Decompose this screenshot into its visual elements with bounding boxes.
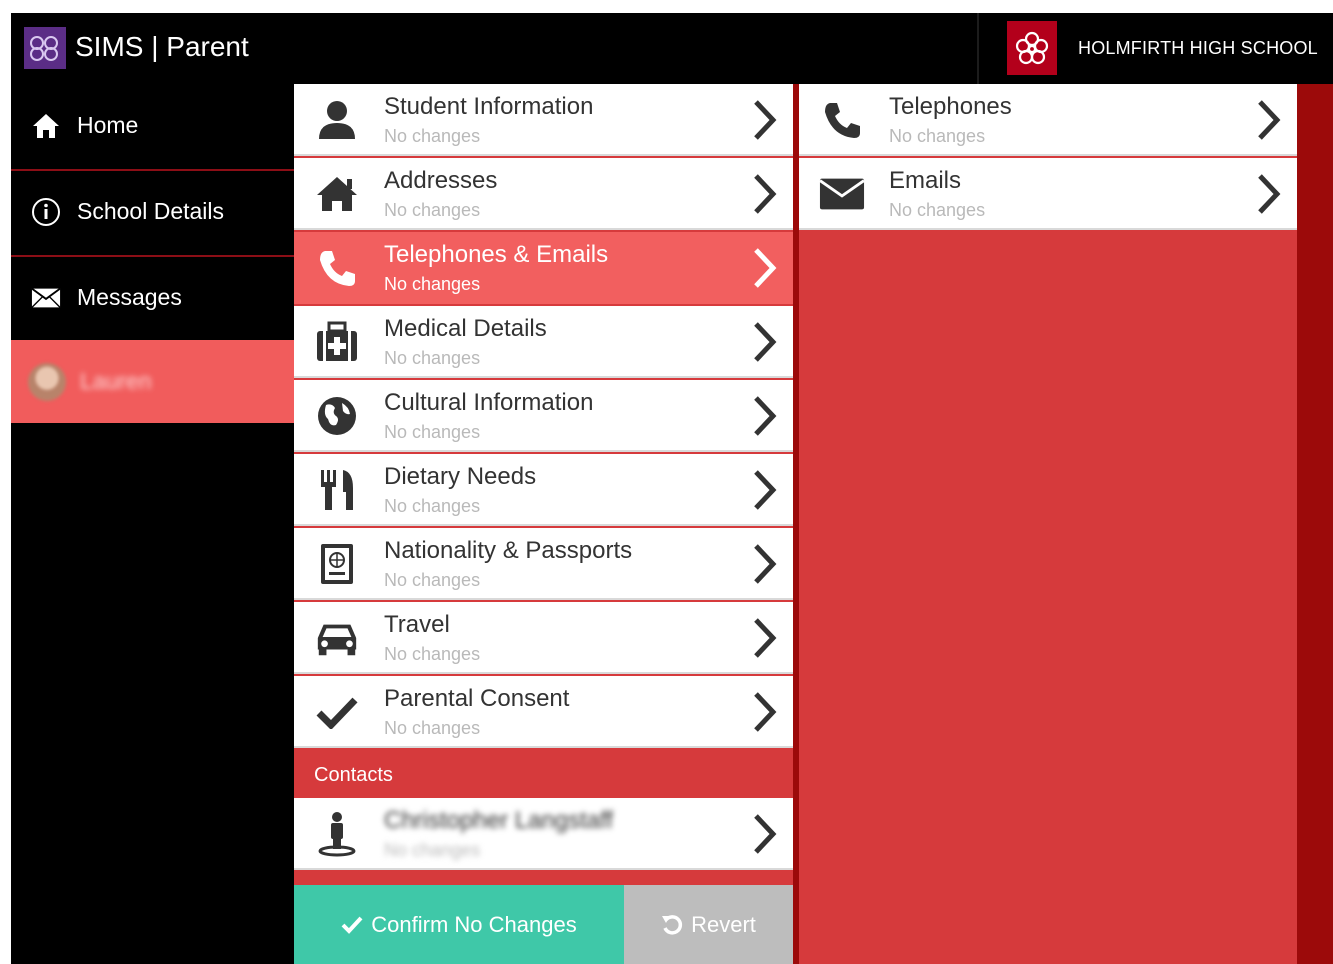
row-status: No changes	[384, 718, 481, 738]
app-window: SIMS | Parent HOLMFIRTH HIGH SCHOOL Home…	[11, 13, 1333, 964]
category-list: Student Information No changes Addresses…	[294, 84, 793, 964]
school-crest-icon	[1007, 21, 1057, 75]
detail-panel: Telephones No changes Emails No changes	[799, 84, 1297, 964]
list-item-nationality-passports[interactable]: Nationality & Passports No changes	[294, 528, 793, 600]
chevron-right-icon	[754, 248, 777, 288]
sidebar: Home School Details Messages Lauren	[11, 84, 294, 964]
right-edge-bar	[1297, 84, 1333, 964]
list-item-addresses[interactable]: Addresses No changes	[294, 158, 793, 230]
globe-icon	[314, 394, 360, 438]
sidebar-item-label: Messages	[77, 284, 182, 310]
row-title: Telephones & Emails	[384, 241, 609, 268]
row-status: No changes	[384, 274, 481, 294]
row-status: No changes	[889, 126, 986, 146]
chevron-right-icon	[754, 174, 777, 214]
app-title: SIMS | Parent	[75, 31, 249, 62]
envelope-icon	[31, 287, 61, 309]
sidebar-item-student[interactable]: Lauren	[11, 340, 294, 423]
check-icon	[314, 690, 360, 734]
person-icon	[314, 98, 360, 142]
contacts-section-header: Contacts	[294, 752, 793, 796]
list-item-travel[interactable]: Travel No changes	[294, 602, 793, 674]
row-title: Telephones	[889, 93, 1012, 120]
car-icon	[314, 616, 360, 660]
cutlery-icon	[314, 468, 360, 512]
passport-icon	[314, 542, 360, 586]
sidebar-item-messages[interactable]: Messages	[11, 255, 294, 338]
row-status: No changes	[384, 840, 481, 860]
sidebar-item-label: School Details	[77, 198, 225, 224]
row-title: Travel	[384, 611, 450, 638]
chevron-right-icon	[754, 396, 777, 436]
check-icon	[341, 916, 363, 934]
confirm-label: Confirm No Changes	[371, 911, 577, 937]
chevron-right-icon	[1258, 100, 1281, 140]
row-title: Emails	[889, 167, 962, 194]
list-item-cultural-information[interactable]: Cultural Information No changes	[294, 380, 793, 452]
avatar	[28, 362, 66, 401]
list-item-student-information[interactable]: Student Information No changes	[294, 84, 793, 156]
medical-kit-icon	[314, 320, 360, 364]
row-status: No changes	[384, 126, 481, 146]
row-status: No changes	[384, 496, 481, 516]
phone-icon	[819, 98, 865, 142]
list-item-parental-consent[interactable]: Parental Consent No changes	[294, 676, 793, 748]
row-status: No changes	[384, 200, 481, 220]
chevron-right-icon	[754, 322, 777, 362]
chevron-right-icon	[754, 470, 777, 510]
sims-logo-icon	[24, 27, 66, 69]
sidebar-item-home[interactable]: Home	[11, 84, 294, 167]
row-title: Parental Consent	[384, 685, 570, 712]
chevron-right-icon	[1258, 174, 1281, 214]
confirm-no-changes-button[interactable]: Confirm No Changes	[294, 885, 624, 964]
list-item-medical-details[interactable]: Medical Details No changes	[294, 306, 793, 378]
contact-person-icon	[314, 812, 360, 857]
row-title: Dietary Needs	[384, 463, 537, 490]
info-icon	[31, 197, 61, 227]
chevron-right-icon	[754, 692, 777, 732]
list-item-contact[interactable]: Christopher Langstaff No changes	[294, 798, 793, 870]
chevron-right-icon	[754, 814, 777, 854]
list-item-telephones-emails[interactable]: Telephones & Emails No changes	[294, 232, 793, 304]
chevron-right-icon	[754, 618, 777, 658]
chevron-right-icon	[754, 100, 777, 140]
row-title: Cultural Information	[384, 389, 594, 416]
home-icon	[31, 112, 61, 140]
row-status: No changes	[889, 200, 986, 220]
revert-button[interactable]: Revert	[624, 885, 793, 964]
list-item-dietary-needs[interactable]: Dietary Needs No changes	[294, 454, 793, 526]
list-item-emails[interactable]: Emails No changes	[799, 158, 1297, 230]
phone-icon	[314, 246, 360, 290]
school-name: HOLMFIRTH HIGH SCHOOL	[1078, 38, 1318, 58]
list-item-telephones[interactable]: Telephones No changes	[799, 84, 1297, 156]
row-title: Addresses	[384, 167, 498, 194]
contact-name: Christopher Langstaff	[384, 807, 614, 834]
header-divider	[977, 13, 979, 84]
row-status: No changes	[384, 644, 481, 664]
sidebar-item-school-details[interactable]: School Details	[11, 169, 294, 252]
envelope-icon	[819, 172, 865, 216]
row-title: Student Information	[384, 93, 594, 120]
row-title: Nationality & Passports	[384, 537, 633, 564]
chevron-right-icon	[754, 544, 777, 584]
top-bar: SIMS | Parent HOLMFIRTH HIGH SCHOOL	[11, 13, 1333, 84]
row-title: Medical Details	[384, 315, 547, 342]
revert-label: Revert	[691, 911, 756, 937]
undo-icon	[662, 914, 683, 935]
row-status: No changes	[384, 570, 481, 590]
row-status: No changes	[384, 422, 481, 442]
student-name: Lauren	[80, 368, 152, 394]
house-icon	[314, 172, 360, 216]
row-status: No changes	[384, 348, 481, 368]
sidebar-item-label: Home	[77, 112, 139, 138]
